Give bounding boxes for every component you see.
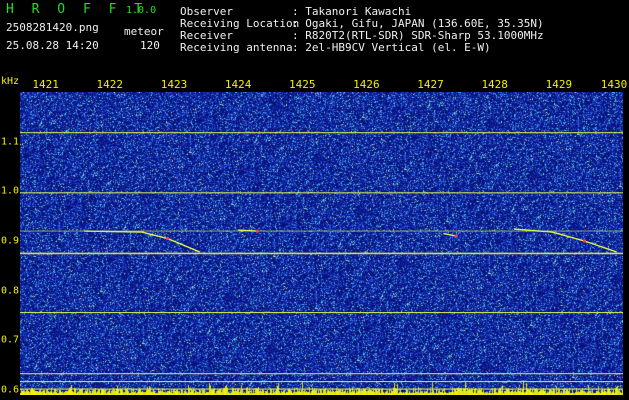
y-tick-label: 0.6 <box>1 384 20 396</box>
meteor-trace <box>238 229 258 232</box>
info-value-antenna: : 2el-HB9CV Vertical (el. E-W) <box>292 41 491 54</box>
mode-count: 120 <box>140 39 160 52</box>
meteor-head <box>582 239 587 243</box>
x-tick-label: 1427 <box>417 78 444 91</box>
y-axis-unit: kHz <box>1 76 20 87</box>
x-tick-label: 1422 <box>96 78 124 91</box>
x-tick-label: 1426 <box>353 78 380 91</box>
x-tick-label: 1429 <box>545 78 573 91</box>
app-version: 1.0.0 <box>126 5 157 16</box>
x-tick-label: 1430 <box>600 78 628 91</box>
spectrogram-signals <box>20 132 623 390</box>
file-name: 2508281420.png <box>6 21 99 34</box>
meteor-head <box>165 236 170 241</box>
meteor-trace <box>84 230 200 253</box>
meteor-trace <box>513 228 617 253</box>
header-panel: H R O F F T 1.0.0 2508281420.png 25.08.2… <box>0 0 629 76</box>
x-tick-label: 1424 <box>224 78 252 91</box>
meteor-head <box>454 234 458 238</box>
meteor-head <box>255 229 259 233</box>
spectrogram-plot <box>20 92 623 395</box>
y-tick-label: 0.9 <box>1 235 20 247</box>
y-tick-label: 0.7 <box>1 334 20 346</box>
x-tick-label: 1428 <box>481 78 508 91</box>
x-tick-label: 1421 <box>32 78 59 91</box>
file-datetime: 25.08.28 14:20 <box>6 39 99 52</box>
x-tick-label: 1423 <box>160 78 188 91</box>
mode-label: meteor <box>124 25 164 38</box>
y-tick-label: 1.1 <box>1 136 20 148</box>
y-tick-label: 1.0 <box>1 185 20 197</box>
x-tick-label: 1425 <box>289 78 316 91</box>
meteor-trace <box>443 232 457 237</box>
info-label-antenna: Receiving antenna <box>180 41 293 54</box>
y-tick-label: 0.8 <box>1 285 20 297</box>
